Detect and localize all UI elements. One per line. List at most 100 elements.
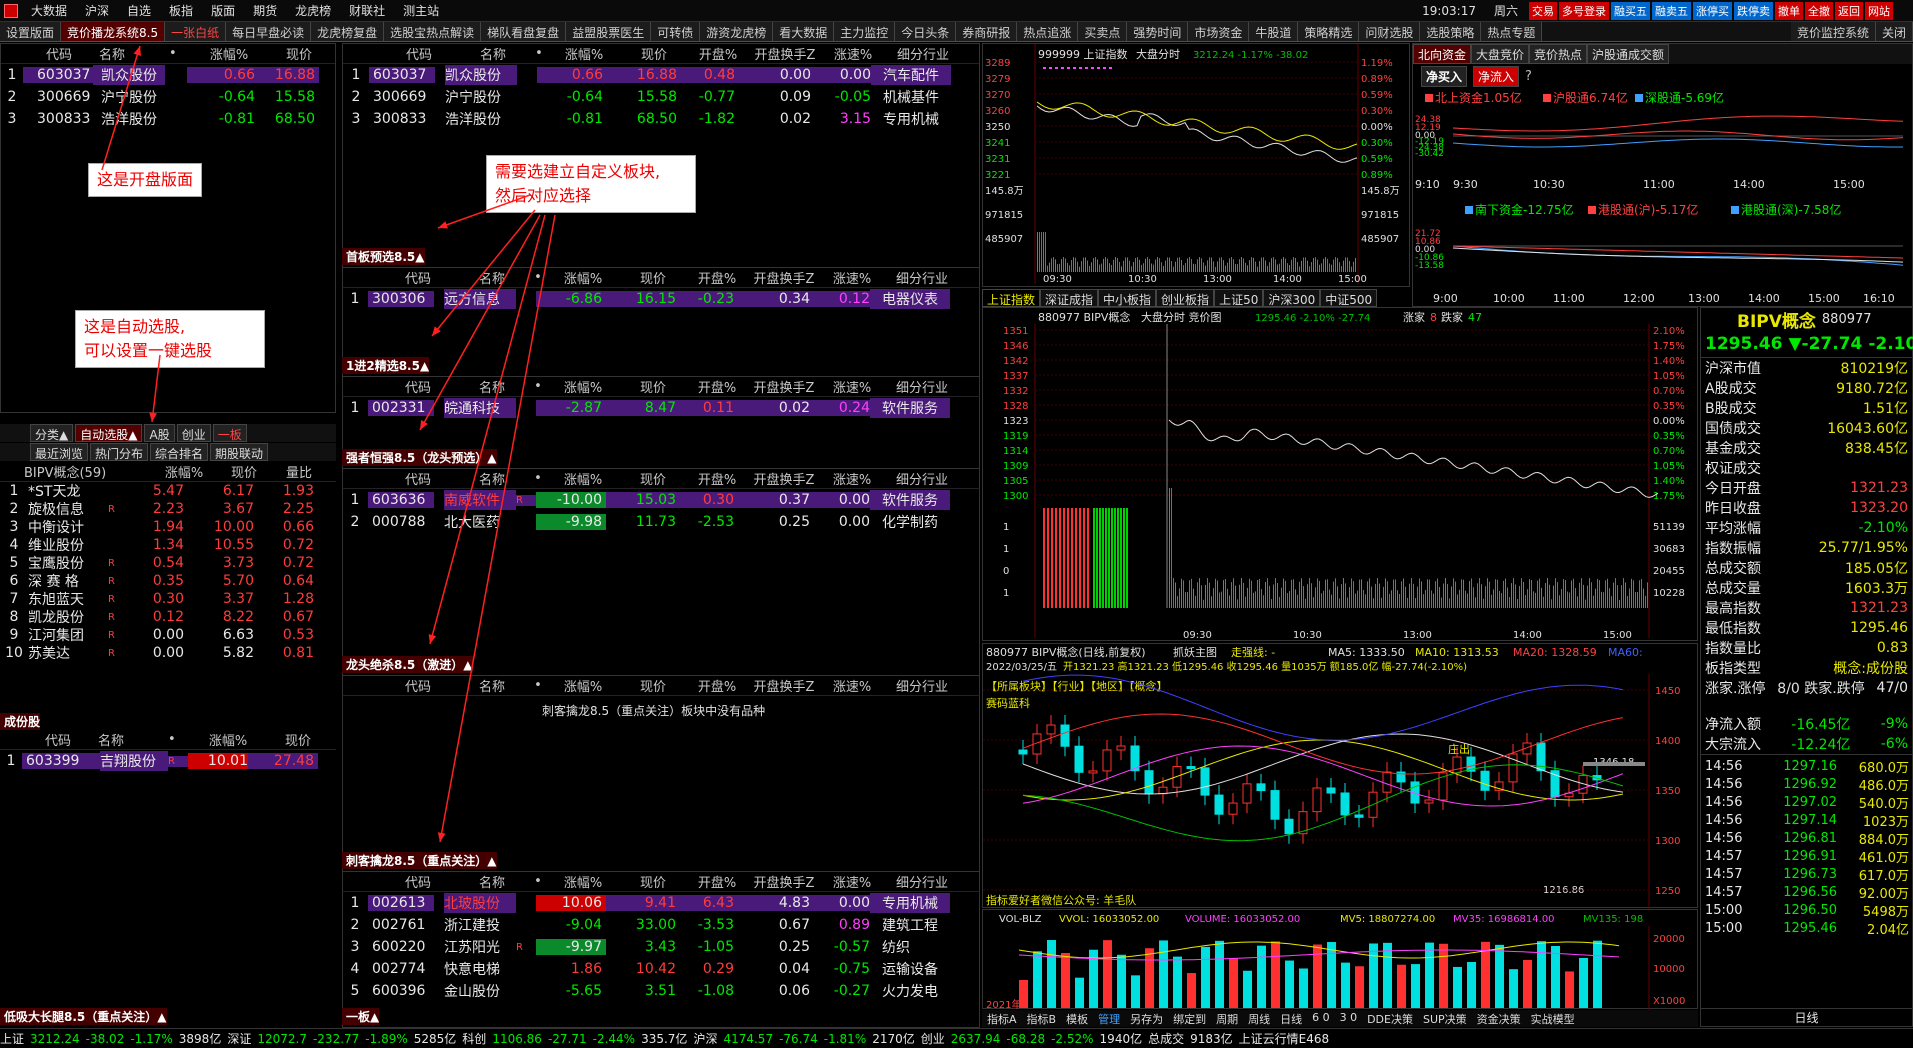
- toolbar-item-9[interactable]: 6 0: [1307, 1010, 1335, 1027]
- tab-21[interactable]: 选股策略: [1420, 22, 1482, 41]
- menu-item-1[interactable]: 沪深: [76, 2, 118, 19]
- toolbar-item-2[interactable]: 模板: [1061, 1010, 1093, 1027]
- stock-row[interactable]: 2 300669 沪宁股份 -0.64 15.58 -0.77 0.09 -0.05 机械基件: [343, 86, 979, 108]
- help-icon[interactable]: ?: [1525, 69, 1532, 84]
- tab-5[interactable]: 选股宝热点解读: [384, 22, 482, 41]
- stock-row[interactable]: 1 603037 凯众股份 0.66 16.88 0.48 0.00 0.00 汽车配件: [343, 64, 979, 86]
- tab-chinext[interactable]: 创业: [176, 424, 211, 442]
- stock-row[interactable]: 1 002613 北玻股份 10.06 9.41 6.43 4.83 0.00 专用机械: [342, 892, 980, 914]
- trade-button-9[interactable]: 网站: [1865, 1, 1893, 20]
- tab-19[interactable]: 策略精选: [1298, 22, 1360, 41]
- trade-button-4[interactable]: 涨停买: [1693, 1, 1732, 20]
- toolbar-item-1[interactable]: 指标B: [1022, 1010, 1062, 1027]
- sec1-title[interactable]: 首板预选8.5▲: [342, 248, 425, 265]
- tab-12[interactable]: 今日头条: [895, 22, 957, 41]
- tab-1[interactable]: 竞价播龙系统8.5: [61, 22, 166, 41]
- stock-row[interactable]: 2 000788 北大医药 -9.98 11.73 -2.53 0.25 0.00 化学制药: [342, 511, 980, 533]
- net-inflow-button[interactable]: 净流入: [1473, 65, 1520, 87]
- stock-row[interactable]: 5 600396 金山股份 -5.65 3.51 -1.08 0.06 -0.27 火力发电: [342, 980, 980, 1002]
- bipv-row[interactable]: 2 旋极信息 R 2.23 3.67 2.25: [0, 500, 336, 518]
- trade-button-7[interactable]: 全撤: [1805, 1, 1833, 20]
- trade-button-5[interactable]: 跌停卖: [1734, 1, 1773, 20]
- trade-button-3[interactable]: 融卖五: [1652, 1, 1691, 20]
- tab-14[interactable]: 热点追涨: [1017, 22, 1079, 41]
- menu-item-7[interactable]: 财联社: [340, 2, 394, 19]
- tab-10[interactable]: 看大数据: [773, 22, 835, 41]
- toolbar-item-10[interactable]: 3 0: [1335, 1010, 1363, 1027]
- tab-22[interactable]: 热点专题: [1481, 22, 1543, 41]
- stock-row[interactable]: 4 002774 快意电梯 1.86 10.42 0.29 0.04 -0.75 运输设备: [342, 958, 980, 980]
- index-tab-4[interactable]: 上证50: [1214, 289, 1264, 307]
- toolbar-item-0[interactable]: 指标A: [982, 1010, 1022, 1027]
- tab-7[interactable]: 益盟股票医生: [566, 22, 652, 41]
- tab-4[interactable]: 龙虎榜复盘: [311, 22, 385, 41]
- toolbar-item-4[interactable]: 另存为: [1125, 1010, 1168, 1027]
- tab-monitor-system[interactable]: 竞价监控系统: [1790, 22, 1876, 41]
- trade-button-1[interactable]: 多号登录: [1559, 1, 1609, 20]
- tab-rank[interactable]: 综合排名: [150, 443, 209, 461]
- tab-17[interactable]: 市场资金: [1188, 22, 1250, 41]
- index-tab-6[interactable]: 中证500: [1320, 289, 1378, 307]
- stock-row[interactable]: 2 002761 浙江建投 -9.04 33.00 -3.53 0.67 0.89 建筑工程: [342, 914, 980, 936]
- tab-0[interactable]: 设置版面: [0, 22, 62, 41]
- tab-3[interactable]: 每日早盘必读: [226, 22, 312, 41]
- info-tab-day[interactable]: 日线: [1794, 1009, 1818, 1026]
- trade-button-6[interactable]: 撤单: [1775, 1, 1803, 20]
- bipv-row[interactable]: 3 中衡设计 1.94 10.00 0.66: [0, 518, 336, 536]
- tab-18[interactable]: 牛股道: [1249, 22, 1299, 41]
- tab-11[interactable]: 主力监控: [834, 22, 896, 41]
- sec5-title[interactable]: 刺客擒龙8.5（重点关注）▲: [342, 852, 497, 869]
- north-tab-2[interactable]: 竞价热点: [1529, 44, 1588, 64]
- index-tab-2[interactable]: 中小板指: [1098, 289, 1157, 307]
- toolbar-item-8[interactable]: 日线: [1275, 1010, 1307, 1027]
- bipv-row[interactable]: 5 宝鹰股份 R 0.54 3.73 0.72: [0, 554, 336, 572]
- net-buy-button[interactable]: 净买入: [1421, 65, 1468, 87]
- tab-16[interactable]: 强势时间: [1127, 22, 1189, 41]
- toolbar-item-7[interactable]: 周线: [1243, 1010, 1275, 1027]
- tab-category[interactable]: 分类▲: [30, 424, 74, 442]
- bipv-row[interactable]: 1 *ST天龙 5.47 6.17 1.93: [0, 482, 336, 500]
- tab-6[interactable]: 梯队看盘复盘: [481, 22, 567, 41]
- menu-item-0[interactable]: 大数据: [22, 2, 76, 19]
- toolbar-item-13[interactable]: 资金决策: [1472, 1010, 1526, 1027]
- tab-13[interactable]: 券商研报: [956, 22, 1018, 41]
- tab-linkage[interactable]: 期股联动: [210, 443, 269, 461]
- toolbar-item-3[interactable]: 管理: [1093, 1010, 1125, 1027]
- index-tab-5[interactable]: 沪深300: [1263, 289, 1321, 307]
- toolbar-item-5[interactable]: 绑定到: [1168, 1010, 1211, 1027]
- stock-row[interactable]: 3 600220 江苏阳光 R -9.97 3.43 -1.05 0.25 -0.57 纺织: [342, 936, 980, 958]
- left-top-row[interactable]: 2 300669 沪宁股份 -0.64 15.58: [1, 86, 335, 108]
- tab-9[interactable]: 游资龙虎榜: [700, 22, 774, 41]
- sec2-title[interactable]: 1进2精选8.5▲: [342, 357, 430, 374]
- stock-row[interactable]: 1 300306 远方信息 -6.86 16.15 -0.23 0.34 0.12 电器仪表: [342, 288, 980, 310]
- close-button[interactable]: 关闭: [1875, 22, 1913, 41]
- north-tab-3[interactable]: 沪股通成交额: [1587, 44, 1670, 64]
- tab-a-share[interactable]: A股: [144, 424, 175, 442]
- stock-row[interactable]: 1 603636 南威软件 R -10.00 15.03 0.30 0.37 0.00 软件服务: [342, 489, 980, 511]
- toolbar-item-14[interactable]: 实战模型: [1526, 1010, 1580, 1027]
- toolbar-item-11[interactable]: DDE决策: [1362, 1010, 1418, 1027]
- tab-8[interactable]: 可转债: [651, 22, 701, 41]
- stock-row[interactable]: 3 300833 浩洋股份 -0.81 68.50 -1.82 0.02 3.15 专用机械: [343, 108, 979, 130]
- north-tab-0[interactable]: 北向资金: [1413, 44, 1472, 64]
- tab-recent[interactable]: 最近浏览: [30, 443, 89, 461]
- toolbar-item-6[interactable]: 周期: [1211, 1010, 1243, 1027]
- index-tab-3[interactable]: 创业板指: [1156, 289, 1215, 307]
- menu-item-3[interactable]: 板指: [160, 2, 202, 19]
- tab-auto-select[interactable]: 自动选股▲: [75, 424, 143, 442]
- bipv-row[interactable]: 6深 赛 格 R 0.35 5.70 0.64: [0, 572, 336, 590]
- menu-item-2[interactable]: 自选: [118, 2, 160, 19]
- tab-20[interactable]: 问财选股: [1359, 22, 1421, 41]
- bottom-left-title[interactable]: 低吸大长腿8.5（重点关注）▲: [0, 1008, 167, 1025]
- tab-15[interactable]: 买卖点: [1078, 22, 1128, 41]
- trade-button-0[interactable]: 交易: [1529, 1, 1557, 20]
- bottom-mid-title[interactable]: 一板▲: [342, 1008, 380, 1025]
- menu-item-8[interactable]: 测主站: [394, 2, 448, 19]
- bipv-row[interactable]: 8 凯龙股份 R 0.12 8.22 0.67: [0, 608, 336, 626]
- north-tab-1[interactable]: 大盘竞价: [1471, 44, 1530, 64]
- left-top-row[interactable]: 1 603037 凯众股份 0.66 16.88: [1, 64, 335, 86]
- bipv-row[interactable]: 10 苏美达 R 0.00 5.82 0.81: [0, 644, 336, 662]
- trade-button-8[interactable]: 返回: [1835, 1, 1863, 20]
- menu-item-5[interactable]: 期货: [244, 2, 286, 19]
- trade-button-2[interactable]: 融买五: [1611, 1, 1650, 20]
